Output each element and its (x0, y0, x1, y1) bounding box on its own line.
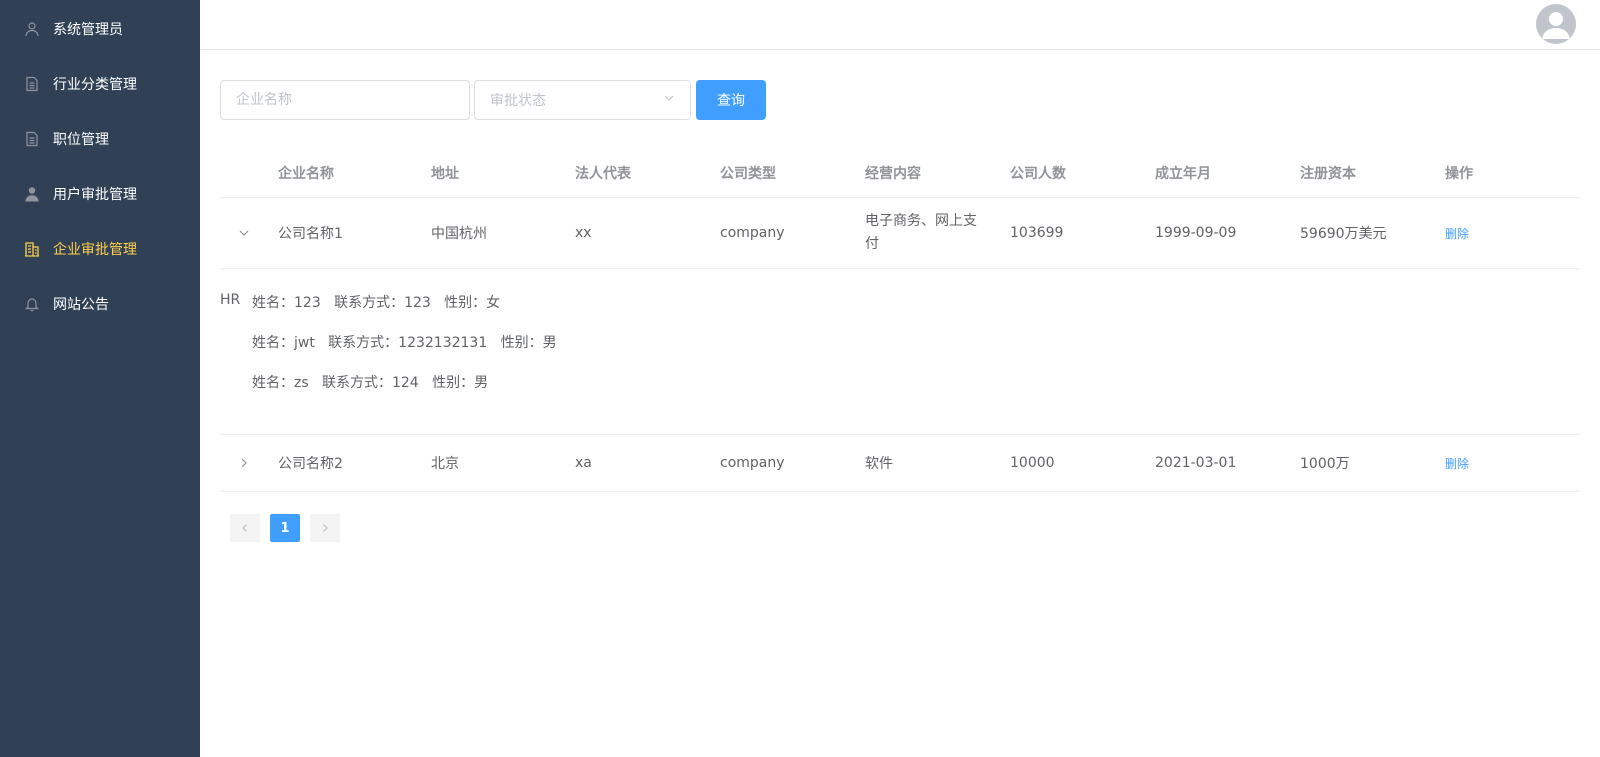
hr-contact-line: 姓名：jwt 联系方式：1232132131 性别：男 (252, 335, 557, 351)
cell-legal-rep: xa (575, 455, 592, 471)
sidebar-item-positions[interactable]: 职位管理 (0, 111, 200, 167)
column-header: 操作 (1445, 166, 1473, 182)
page-number-button[interactable]: 1 (270, 514, 300, 542)
query-button[interactable]: 查询 (696, 80, 766, 120)
cell-business: 软件 (865, 456, 893, 472)
hr-contact-line: 姓名：zs 联系方式：124 性别：男 (252, 375, 489, 391)
cell-company-name: 公司名称2 (278, 456, 343, 472)
avatar-icon[interactable] (1536, 4, 1576, 44)
delete-link[interactable]: 删除 (1445, 198, 1469, 268)
document-icon (24, 131, 40, 147)
delete-link[interactable]: 删除 (1445, 435, 1469, 491)
cell-business-line: 电子商务、网上支 (865, 213, 977, 229)
cell-business-line: 付 (865, 236, 879, 252)
cell-capital: 59690万美元 (1300, 226, 1387, 242)
cell-company-type: company (720, 455, 785, 471)
cell-founded: 1999-09-09 (1155, 225, 1237, 241)
cell-capital: 1000万 (1300, 456, 1350, 472)
column-header: 经营内容 (865, 166, 921, 182)
hr-label: HR (220, 292, 241, 308)
approval-status-placeholder: 审批状态 (490, 93, 546, 109)
table-row: 公司名称1 中国杭州 xx company 电子商务、网上支 付 103699 … (220, 198, 1580, 269)
column-header: 注册资本 (1300, 166, 1356, 182)
column-header: 企业名称 (278, 166, 334, 182)
sidebar-item-label: 系统管理员 (53, 22, 123, 38)
user-solid-icon (24, 186, 40, 202)
column-header: 地址 (431, 166, 459, 182)
top-header (200, 0, 1600, 50)
sidebar-item-label: 网站公告 (53, 297, 109, 313)
chevron-left-icon (242, 524, 247, 532)
chevron-right-icon (323, 524, 328, 532)
sidebar-item-label: 用户审批管理 (53, 187, 137, 203)
user-outline-icon (24, 21, 40, 37)
cell-address: 北京 (431, 456, 459, 472)
approval-status-select[interactable]: 审批状态 (474, 80, 691, 120)
bell-icon (24, 296, 40, 312)
cell-founded: 2021-03-01 (1155, 455, 1237, 471)
sidebar-item-label: 职位管理 (53, 132, 109, 148)
table-header: 企业名称 地址 法人代表 公司类型 经营内容 公司人数 成立年月 注册资本 操作 (220, 150, 1580, 198)
chevron-right-icon[interactable] (234, 435, 254, 491)
cell-company-name: 公司名称1 (278, 226, 343, 242)
document-icon (24, 76, 40, 92)
column-header: 法人代表 (575, 166, 631, 182)
cell-legal-rep: xx (575, 225, 592, 241)
cell-employees: 10000 (1010, 455, 1055, 471)
sidebar-item-industry[interactable]: 行业分类管理 (0, 56, 200, 112)
cell-address: 中国杭州 (431, 226, 487, 242)
table-row: 公司名称2 北京 xa company 软件 10000 2021-03-01 … (220, 435, 1580, 492)
company-name-input[interactable] (220, 80, 470, 120)
prev-page-button[interactable] (230, 514, 260, 542)
sidebar-item-label: 行业分类管理 (53, 77, 137, 93)
sidebar-item-user-approval[interactable]: 用户审批管理 (0, 166, 200, 222)
sidebar-item-company-approval[interactable]: 企业审批管理 (0, 221, 200, 277)
cell-company-type: company (720, 225, 785, 241)
column-header: 公司人数 (1010, 166, 1066, 182)
column-header: 成立年月 (1155, 166, 1211, 182)
sidebar: 系统管理员 行业分类管理 职位管理 用户审批管理 企业审批管理 网站公告 (0, 0, 200, 757)
sidebar-item-announcements[interactable]: 网站公告 (0, 276, 200, 332)
column-header: 公司类型 (720, 166, 776, 182)
next-page-button[interactable] (310, 514, 340, 542)
office-building-icon (24, 241, 40, 257)
sidebar-item-system-admin[interactable]: 系统管理员 (0, 1, 200, 57)
chevron-down-icon (663, 92, 675, 108)
cell-employees: 103699 (1010, 225, 1064, 241)
cell-business: 电子商务、网上支 付 (865, 198, 977, 268)
chevron-down-icon[interactable] (234, 198, 254, 268)
hr-contact-line: 姓名：123 联系方式：123 性别：女 (252, 295, 501, 311)
sidebar-item-label: 企业审批管理 (53, 242, 137, 258)
